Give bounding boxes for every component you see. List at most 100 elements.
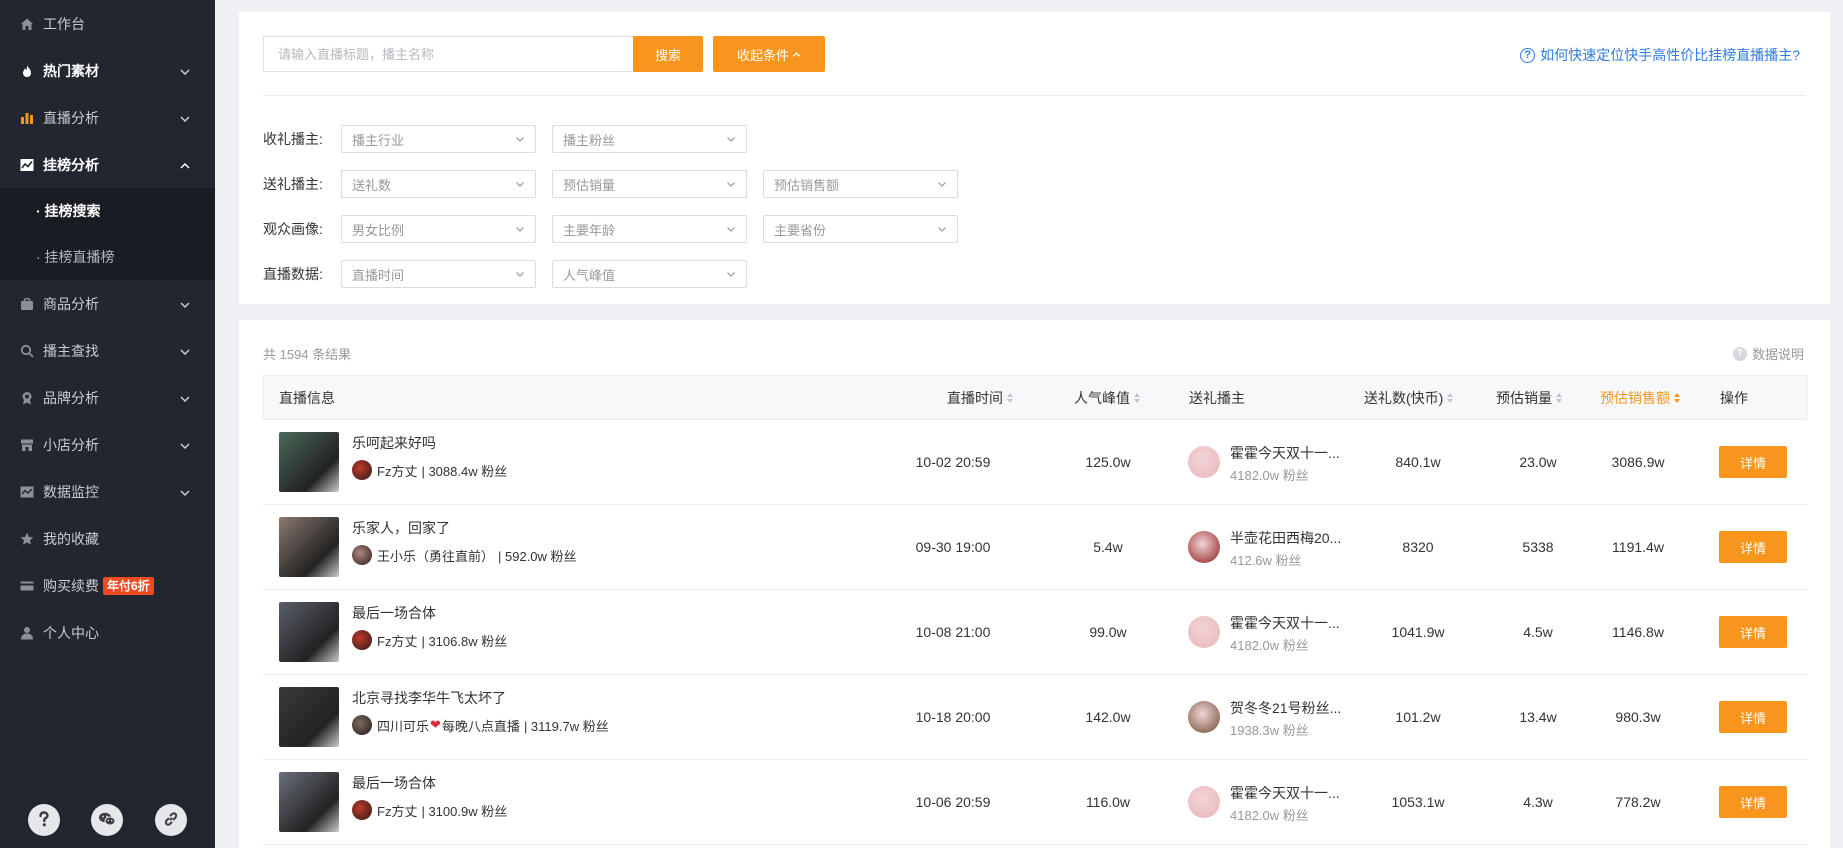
gift-anchor-name[interactable]: 霍霍今天双十一... [1230, 443, 1340, 463]
anchor-name[interactable]: Fz方丈 [377, 461, 417, 480]
filter-row-audience: 观众画像: 男女比例 主要年龄 主要省份 [263, 215, 974, 243]
card-icon [20, 579, 34, 593]
sidebar-item-workbench[interactable]: 工作台 [0, 0, 215, 47]
est-revenue: 778.2w [1615, 794, 1661, 810]
help-button[interactable] [27, 804, 60, 836]
sidebar-item-favorites[interactable]: 我的收藏 [0, 515, 215, 562]
wechat-button[interactable] [91, 804, 124, 836]
question-circle-icon: ? [1732, 346, 1747, 361]
home-icon [20, 17, 34, 31]
detail-button[interactable]: 详情 [1719, 446, 1787, 478]
collapse-conditions-button[interactable]: 收起条件 [713, 36, 825, 72]
live-time: 10-08 21:00 [915, 624, 991, 640]
gift-anchor-name[interactable]: 贺冬冬21号粉丝... [1230, 698, 1341, 718]
select-main-province[interactable]: 主要省份 [763, 215, 958, 243]
anchor-fans: | 592.0w 粉丝 [498, 548, 577, 564]
chevron-down-icon [726, 177, 736, 192]
sidebar-item-product-analysis[interactable]: 商品分析 [0, 280, 215, 327]
select-anchor-industry[interactable]: 播主行业 [341, 125, 536, 153]
select-placeholder: 主要省份 [774, 222, 827, 238]
select-main-age[interactable]: 主要年龄 [552, 215, 747, 243]
anchor-name[interactable]: 王小乐（勇往直前） [377, 546, 494, 565]
sidebar-bottom-actions [0, 804, 215, 836]
sidebar-item-data-monitor[interactable]: 数据监控 [0, 468, 215, 515]
gift-anchor-fans: 4182.0w 粉丝 [1230, 468, 1309, 483]
filter-label: 观众画像: [263, 221, 323, 237]
detail-button[interactable]: 详情 [1719, 786, 1787, 818]
live-thumbnail[interactable] [279, 602, 339, 662]
filter-row-sender: 送礼播主: 送礼数 预估销量 预估销售额 [263, 170, 974, 198]
est-sales: 13.4w [1519, 709, 1557, 725]
sidebar-item-live-analysis[interactable]: 直播分析 [0, 94, 215, 141]
col-label: 预估销售额 [1600, 389, 1670, 406]
sidebar-subitem-ranking-live-list[interactable]: · 挂榜直播榜 [0, 234, 215, 280]
link-button[interactable] [155, 804, 188, 836]
chevron-up-icon [792, 50, 801, 59]
select-placeholder: 预估销售额 [774, 177, 840, 193]
chevron-down-icon [179, 345, 191, 357]
select-est-sales[interactable]: 预估销量 [552, 170, 747, 198]
select-gender-ratio[interactable]: 男女比例 [341, 215, 536, 243]
sidebar-item-ranking-analysis[interactable]: 挂榜分析 [0, 141, 215, 188]
select-live-time[interactable]: 直播时间 [341, 260, 536, 288]
live-title[interactable]: 乐呵起来好吗 [352, 433, 436, 453]
data-note-link[interactable]: ? 数据说明 [1732, 344, 1804, 363]
anchor-name[interactable]: 四川可乐 [377, 716, 429, 735]
select-anchor-fans[interactable]: 播主粉丝 [552, 125, 747, 153]
anchor-name[interactable]: Fz方丈 [377, 801, 417, 820]
avatar [352, 630, 372, 650]
table-row: 乐呵起来好吗 Fz方丈 | 3088.4w 粉丝 10-02 20:59 125.0w 霍… [263, 420, 1808, 505]
anchor-info: Fz方丈 | 3106.8w 粉丝 [352, 630, 507, 650]
live-thumbnail[interactable] [279, 772, 339, 832]
live-thumbnail[interactable] [279, 517, 339, 577]
collapse-label: 收起条件 [736, 47, 789, 63]
search-input[interactable] [263, 36, 633, 72]
sidebar-item-purchase[interactable]: 购买续费 年付6折 [0, 562, 215, 609]
avatar [352, 800, 372, 820]
est-sales: 4.5w [1523, 624, 1553, 640]
est-revenue: 3086.9w [1611, 454, 1665, 470]
live-time: 10-02 20:59 [915, 454, 991, 470]
help-link[interactable]: ? 如何快速定位快手高性价比挂榜直播播主? [1520, 45, 1800, 65]
live-thumbnail[interactable] [279, 432, 339, 492]
live-thumbnail[interactable] [279, 687, 339, 747]
detail-button[interactable]: 详情 [1719, 701, 1787, 733]
table-row: 北京寻找李华牛飞太坏了 四川可乐 ❤ 每晚八点直播 | 3119.7w 粉丝 10-18 … [263, 675, 1808, 760]
live-title[interactable]: 最后一场合体 [352, 603, 436, 623]
search-button[interactable]: 搜索 [633, 36, 703, 72]
gift-anchor-name[interactable]: 半壶花田西梅20... [1230, 528, 1341, 548]
est-sales: 23.0w [1519, 454, 1557, 470]
chevron-down-icon [515, 222, 525, 237]
sidebar-item-profile[interactable]: 个人中心 [0, 609, 215, 656]
col-gift-count[interactable]: 送礼数(快币) [1364, 376, 1454, 419]
live-title[interactable]: 最后一场合体 [352, 773, 436, 793]
col-est-sales[interactable]: 预估销量 [1496, 376, 1562, 419]
sidebar-item-store-analysis[interactable]: 小店分析 [0, 421, 215, 468]
filter-label: 送礼播主: [263, 176, 323, 192]
detail-button[interactable]: 详情 [1719, 531, 1787, 563]
live-title[interactable]: 北京寻找李华牛飞太坏了 [352, 688, 506, 708]
col-peak[interactable]: 人气峰值 [1074, 376, 1140, 419]
select-peak-popularity[interactable]: 人气峰值 [552, 260, 747, 288]
heart-icon: ❤ [430, 717, 441, 732]
sidebar-item-anchor-search[interactable]: 播主查找 [0, 327, 215, 374]
sort-icon [1447, 392, 1454, 403]
flame-icon [20, 64, 34, 78]
select-est-revenue[interactable]: 预估销售额 [763, 170, 958, 198]
live-title[interactable]: 乐家人，回家了 [352, 518, 450, 538]
gift-anchor-name[interactable]: 霍霍今天双十一... [1230, 613, 1340, 633]
sort-icon [1134, 392, 1140, 403]
select-gift-count[interactable]: 送礼数 [341, 170, 536, 198]
sidebar-item-brand-analysis[interactable]: 品牌分析 [0, 374, 215, 421]
col-live-time[interactable]: 直播时间 [947, 376, 1013, 419]
avatar [1188, 446, 1220, 478]
avatar [352, 715, 372, 735]
gift-count: 1041.9w [1391, 624, 1445, 640]
sidebar-subitem-ranking-search[interactable]: · 挂榜搜索 [0, 188, 215, 234]
sidebar-item-hot-material[interactable]: 热门素材 [0, 47, 215, 94]
anchor-name[interactable]: Fz方丈 [377, 631, 417, 650]
detail-button[interactable]: 详情 [1719, 616, 1787, 648]
col-est-revenue[interactable]: 预估销售额 [1600, 376, 1680, 419]
select-placeholder: 男女比例 [352, 222, 405, 238]
gift-anchor-name[interactable]: 霍霍今天双十一... [1230, 783, 1340, 803]
